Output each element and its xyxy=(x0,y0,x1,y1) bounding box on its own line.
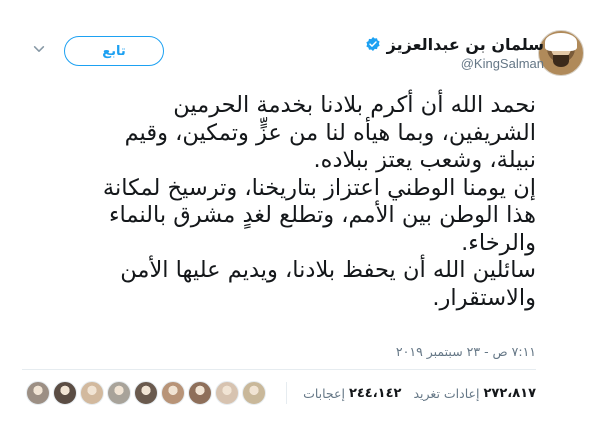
likes-label: إعجابات xyxy=(303,385,345,401)
tweet-text-line: سائلين الله أن يحفظ بلادنا، ويديم عليها … xyxy=(120,257,536,283)
liker-avatar[interactable] xyxy=(26,381,51,405)
liker-avatar[interactable] xyxy=(134,381,159,405)
tweet-text-line: والرخاء. xyxy=(461,229,536,256)
tweet-text-line: والاستقرار. xyxy=(432,284,536,311)
tweet-text: نحمد الله أن أكرم بلادنا بخدمة الحرمين ا… xyxy=(22,92,536,312)
chevron-down-icon[interactable] xyxy=(32,42,46,56)
liker-avatar[interactable] xyxy=(80,381,105,405)
tweet-card: سلمان بن عبدالعزيز @KingSalman تابع نحمد… xyxy=(0,0,600,424)
avatar[interactable] xyxy=(538,30,584,76)
tweet-timestamp[interactable]: ٧:١١ ص - ٢٣ سبتمبر ٢٠١٩ xyxy=(396,344,536,359)
likes-stat[interactable]: ٢٤٤،١٤٢ إعجابات xyxy=(303,386,401,401)
liker-avatar[interactable] xyxy=(188,381,213,405)
liker-avatars xyxy=(26,381,267,405)
likes-count: ٢٤٤،١٤٢ xyxy=(348,385,402,401)
verified-badge-icon xyxy=(366,37,380,51)
stats-separator xyxy=(286,382,288,404)
tweet-text-line: الشريفين، وبما هيأه لنا من عزٍّ وتمكين، … xyxy=(124,119,536,146)
tweet-text-line: نحمد الله أن أكرم بلادنا بخدمة الحرمين xyxy=(173,92,536,118)
liker-avatar[interactable] xyxy=(53,381,78,405)
tweet-text-line: نبيلة، وشعب يعتز ببلاده. xyxy=(313,147,537,173)
retweets-label: إعادات تغريد xyxy=(413,385,480,401)
author-name-row[interactable]: سلمان بن عبدالعزيز xyxy=(365,32,544,56)
liker-avatar[interactable] xyxy=(161,381,186,405)
divider xyxy=(22,369,536,370)
liker-avatar[interactable] xyxy=(215,381,240,405)
author-handle[interactable]: @KingSalman xyxy=(461,56,544,71)
author-display-name[interactable]: سلمان بن عبدالعزيز xyxy=(387,35,544,54)
tweet-text-line: إن يومنا الوطني اعتزاز بتاريخنا، وترسيخ … xyxy=(102,174,536,201)
liker-avatar[interactable] xyxy=(107,381,132,405)
tweet-stats: ٢٧٢،٨١٧ إعادات تغريد ٢٤٤،١٤٢ إعجابات xyxy=(26,380,536,406)
tweet-text-line: هذا الوطن بين الأمم، وتطلع لغدٍ مشرق بال… xyxy=(108,202,536,228)
avatar-headdress xyxy=(545,33,577,51)
liker-avatar[interactable] xyxy=(242,381,267,405)
avatar-beard xyxy=(553,55,569,67)
retweets-stat[interactable]: ٢٧٢،٨١٧ إعادات تغريد xyxy=(413,386,536,401)
follow-button[interactable]: تابع xyxy=(64,36,164,66)
retweets-count: ٢٧٢،٨١٧ xyxy=(483,385,536,401)
